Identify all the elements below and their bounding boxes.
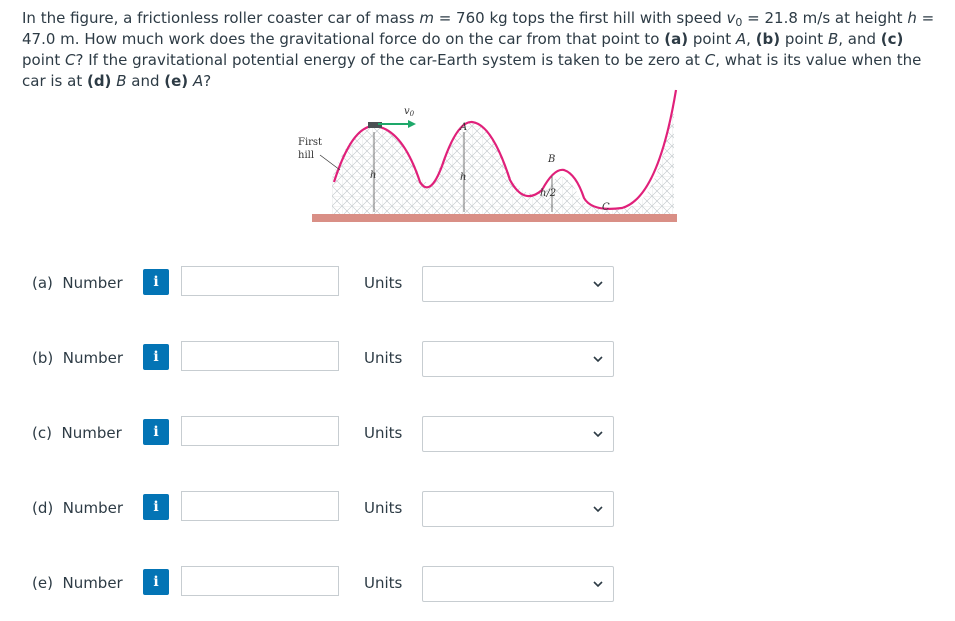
q-text: point (780, 30, 828, 48)
point-c-label: C (602, 202, 610, 213)
units-select-a[interactable] (422, 266, 614, 302)
units-label: Units (364, 499, 403, 517)
height-symbol: h (907, 9, 917, 27)
q-text: point (688, 30, 736, 48)
part-a-tag: (a) (664, 30, 689, 48)
q-text: , and (838, 30, 881, 48)
number-input-b[interactable] (181, 341, 339, 371)
q-text: = 21.8 m/s at height (742, 9, 908, 27)
q-text: = 760 kg tops the first hill with speed (433, 9, 727, 27)
point-b-ref: B (827, 30, 839, 48)
point-b-ref: B (116, 72, 127, 90)
half-h-label: h/2 (540, 188, 556, 199)
h-label-2: h (460, 172, 466, 183)
v0-label: v0 (404, 106, 415, 118)
point-c-ref: C (704, 51, 716, 69)
row-label: (d) Number (32, 499, 124, 517)
info-icon[interactable]: i (143, 569, 169, 595)
units-label: Units (364, 574, 403, 592)
point-a-ref: A (735, 30, 747, 48)
part-d-tag: (d) (86, 72, 112, 90)
roller-coaster-figure: First hill h h h/2 A B C v0 (298, 89, 678, 222)
q-text: ? If the gravitational potential energy … (75, 51, 705, 69)
ground-strip (312, 214, 677, 222)
row-label: (a) Number (32, 274, 123, 292)
mass-symbol: m (419, 9, 434, 27)
scaffold-lattice (332, 96, 674, 214)
q-text: and (126, 72, 165, 90)
part-e-tag: (e) (164, 72, 189, 90)
answer-row-b: (b) Number i Units (0, 341, 955, 377)
number-input-d[interactable] (181, 491, 339, 521)
row-label: (c) Number (32, 424, 122, 442)
part-b-tag: (b) (755, 30, 781, 48)
answer-row-c: (c) Number i Units (0, 416, 955, 452)
q-text: , (746, 30, 756, 48)
info-icon[interactable]: i (143, 419, 169, 445)
units-label: Units (364, 274, 403, 292)
number-input-c[interactable] (181, 416, 339, 446)
h-label: h (370, 170, 376, 181)
number-input-e[interactable] (181, 566, 339, 596)
answer-row-a: (a) Number i Units (0, 266, 955, 302)
answer-row-d: (d) Number i Units (0, 491, 955, 527)
number-input-a[interactable] (181, 266, 339, 296)
chevron-down-icon (593, 506, 603, 513)
chevron-down-icon (593, 281, 603, 288)
info-icon[interactable]: i (143, 269, 169, 295)
row-label: (e) Number (32, 574, 123, 592)
point-a-label: A (459, 122, 467, 133)
q-text: In the figure, a frictionless roller coa… (22, 9, 420, 27)
first-hill-label: First (298, 137, 322, 148)
chevron-down-icon (593, 581, 603, 588)
units-select-b[interactable] (422, 341, 614, 377)
q-text: ? (203, 72, 212, 90)
answer-row-e: (e) Number i Units (0, 566, 955, 602)
units-select-d[interactable] (422, 491, 614, 527)
question-text: In the figure, a frictionless roller coa… (22, 8, 942, 92)
velocity-arrowhead (408, 120, 416, 128)
chevron-down-icon (593, 356, 603, 363)
part-c-tag: (c) (880, 30, 904, 48)
row-label: (b) Number (32, 349, 124, 367)
units-label: Units (364, 424, 403, 442)
first-hill-pointer (319, 154, 341, 171)
v0-subscript: 0 (410, 110, 415, 118)
info-icon[interactable]: i (143, 494, 169, 520)
units-select-e[interactable] (422, 566, 614, 602)
point-b-label: B (547, 154, 555, 165)
units-select-c[interactable] (422, 416, 614, 452)
first-hill-label-2: hill (298, 150, 314, 161)
info-icon[interactable]: i (143, 344, 169, 370)
point-c-ref: C (65, 51, 76, 69)
q-text: point (22, 51, 66, 69)
point-a-ref: A (192, 72, 204, 90)
chevron-down-icon (593, 431, 603, 438)
units-label: Units (364, 349, 403, 367)
